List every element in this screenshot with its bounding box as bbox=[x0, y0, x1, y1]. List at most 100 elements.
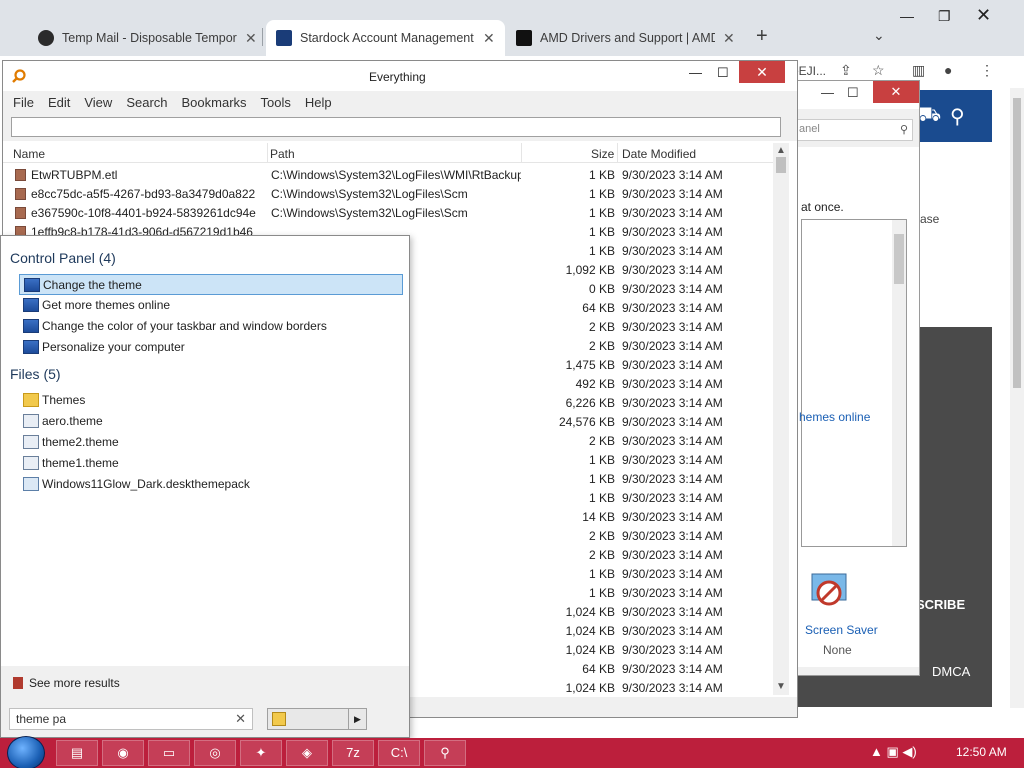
column-path[interactable]: Path bbox=[270, 147, 295, 161]
cell-date: 9/30/2023 3:14 AM bbox=[622, 434, 723, 448]
taskbar-app-everything[interactable]: ⚲ bbox=[424, 740, 466, 766]
menu-bookmarks[interactable]: Bookmarks bbox=[176, 91, 253, 113]
screen-saver-value: None bbox=[823, 643, 852, 657]
close-icon[interactable]: ✕ bbox=[483, 30, 495, 47]
taskbar-app-chrome[interactable]: ◎ bbox=[194, 740, 236, 766]
scroll-down-icon[interactable]: ▼ bbox=[776, 681, 786, 692]
close-icon[interactable]: ✕ bbox=[873, 81, 919, 103]
profile-icon[interactable]: ● bbox=[944, 62, 952, 78]
shutdown-button[interactable]: ▶ bbox=[267, 708, 367, 730]
menu-bar: File Edit View Search Bookmarks Tools He… bbox=[3, 91, 797, 113]
browser-tabbar: Temp Mail - Disposable Temporary ✕ Stard… bbox=[0, 0, 1024, 56]
system-tray[interactable]: ▲ ▣ ◀) bbox=[870, 744, 917, 760]
search-icon[interactable]: ⚲ bbox=[950, 104, 965, 129]
taskbar-app-cmd[interactable]: C:\ bbox=[378, 740, 420, 766]
result-label: theme1.theme bbox=[42, 456, 119, 470]
cell-name: EtwRTUBPM.etl bbox=[31, 168, 118, 182]
browser-tab-stardock[interactable]: Stardock Account Management ✕ bbox=[266, 20, 505, 56]
minimize-icon[interactable]: — bbox=[689, 65, 702, 80]
cell-date: 9/30/2023 3:14 AM bbox=[622, 529, 723, 543]
browser-tab-title: Stardock Account Management bbox=[300, 31, 474, 45]
control-panel-icon bbox=[23, 319, 39, 333]
menu-help[interactable]: Help bbox=[299, 91, 338, 113]
column-name[interactable]: Name bbox=[13, 147, 45, 161]
dmca-link[interactable]: DMCA bbox=[932, 664, 970, 679]
result-personalize[interactable]: Personalize your computer bbox=[19, 337, 403, 358]
see-more-results-link[interactable]: See more results bbox=[13, 676, 120, 690]
menu-search[interactable]: Search bbox=[120, 91, 173, 113]
star-icon[interactable]: ☆ bbox=[872, 62, 885, 79]
menu-tools[interactable]: Tools bbox=[255, 91, 297, 113]
control-panel-group-header[interactable]: Control Panel (4) bbox=[10, 250, 116, 266]
result-aero-theme[interactable]: aero.theme bbox=[19, 411, 403, 432]
result-theme2[interactable]: theme2.theme bbox=[19, 432, 403, 453]
results-scrollbar[interactable]: ▲ ▼ bbox=[773, 143, 789, 695]
new-tab-button[interactable]: + bbox=[756, 25, 768, 48]
result-label: aero.theme bbox=[42, 414, 103, 428]
taskbar-app-7zip[interactable]: 7z bbox=[332, 740, 374, 766]
page-scrollbar[interactable] bbox=[1010, 88, 1024, 708]
browser-tab-tempmail[interactable]: Temp Mail - Disposable Temporary ✕ bbox=[28, 20, 267, 56]
close-icon[interactable]: ✕ bbox=[245, 30, 257, 47]
chevron-right-icon[interactable]: ▶ bbox=[348, 709, 366, 729]
folder-icon bbox=[23, 393, 39, 407]
menu-edit[interactable]: Edit bbox=[42, 91, 76, 113]
cell-date: 9/30/2023 3:14 AM bbox=[622, 358, 723, 372]
menu-file[interactable]: File bbox=[7, 91, 40, 113]
table-row[interactable]: e367590c-10f8-4401-b924-5839261dc94e C:\W… bbox=[3, 203, 773, 222]
taskbar-app-layers[interactable]: ◈ bbox=[286, 740, 328, 766]
screen-saver-icon[interactable] bbox=[809, 571, 849, 611]
clock[interactable]: 12:50 AM bbox=[956, 745, 1007, 759]
cell-size: 1 KB bbox=[588, 491, 615, 505]
scrollbar[interactable] bbox=[892, 220, 906, 546]
scroll-up-icon[interactable]: ▲ bbox=[776, 145, 786, 156]
cell-size: 1,024 KB bbox=[565, 624, 615, 638]
start-search-input[interactable]: theme pa ✕ bbox=[9, 708, 253, 730]
maximize-icon[interactable]: ☐ bbox=[717, 65, 729, 81]
get-themes-online-link[interactable]: hemes online bbox=[799, 410, 870, 424]
chevron-down-icon[interactable]: ⌄ bbox=[873, 27, 885, 44]
table-row[interactable]: EtwRTUBPM.etl C:\Windows\System32\LogFile… bbox=[3, 165, 773, 184]
minimize-icon[interactable]: — bbox=[821, 85, 834, 100]
search-bar bbox=[3, 113, 797, 141]
close-icon[interactable]: ✕ bbox=[976, 5, 991, 26]
result-change-taskbar-color[interactable]: Change the color of your taskbar and win… bbox=[19, 316, 403, 337]
result-get-more-themes[interactable]: Get more themes online bbox=[19, 295, 403, 316]
column-date-modified[interactable]: Date Modified bbox=[622, 147, 696, 161]
menu-dots-icon[interactable]: ⋮ bbox=[980, 62, 994, 79]
close-icon[interactable]: ✕ bbox=[723, 30, 735, 47]
themepack-file-icon bbox=[23, 477, 39, 491]
table-row[interactable]: e8cc75dc-a5f5-4267-bd93-8a3479d0a822 C:\W… bbox=[3, 184, 773, 203]
maximize-icon[interactable]: ❐ bbox=[938, 8, 951, 25]
theme-list[interactable] bbox=[801, 219, 907, 547]
taskbar-app-firefox[interactable]: ◉ bbox=[102, 740, 144, 766]
result-themes-folder[interactable]: Themes bbox=[19, 390, 403, 411]
taskbar-app-red[interactable]: ✦ bbox=[240, 740, 282, 766]
start-menu: Control Panel (4) Change the theme Get m… bbox=[0, 235, 410, 738]
browser-tab-amd[interactable]: AMD Drivers and Support | AMD ✕ bbox=[506, 20, 745, 56]
close-icon[interactable]: ✕ bbox=[739, 61, 785, 83]
result-change-the-theme[interactable]: Change the theme bbox=[19, 274, 403, 295]
column-size[interactable]: Size bbox=[591, 147, 614, 161]
files-group-header[interactable]: Files (5) bbox=[10, 366, 61, 382]
minimize-icon[interactable]: — bbox=[900, 8, 914, 24]
maximize-icon[interactable]: ☐ bbox=[847, 85, 859, 101]
sidepanel-icon[interactable]: ▥ bbox=[912, 62, 925, 79]
result-theme1[interactable]: theme1.theme bbox=[19, 453, 403, 474]
cell-size: 1,024 KB bbox=[565, 681, 615, 695]
cell-date: 9/30/2023 3:14 AM bbox=[622, 681, 723, 695]
control-panel-search[interactable]: anel ⚲ bbox=[795, 119, 913, 141]
share-icon[interactable]: ⇪ bbox=[840, 62, 852, 79]
control-panel-icon bbox=[23, 340, 39, 354]
tempmail-icon bbox=[38, 30, 54, 46]
menu-view[interactable]: View bbox=[78, 91, 118, 113]
search-input[interactable] bbox=[11, 117, 781, 137]
scroll-thumb[interactable] bbox=[776, 157, 786, 173]
subscribe-button[interactable]: SCRIBE bbox=[916, 597, 992, 619]
screen-saver-label[interactable]: Screen Saver bbox=[805, 623, 878, 637]
taskbar-app-green[interactable]: ▤ bbox=[56, 740, 98, 766]
start-button[interactable] bbox=[7, 736, 45, 768]
taskbar-app-explorer[interactable]: ▭ bbox=[148, 740, 190, 766]
clear-icon[interactable]: ✕ bbox=[235, 711, 246, 727]
result-themepack[interactable]: Windows11Glow_Dark.deskthemepack bbox=[19, 474, 403, 495]
